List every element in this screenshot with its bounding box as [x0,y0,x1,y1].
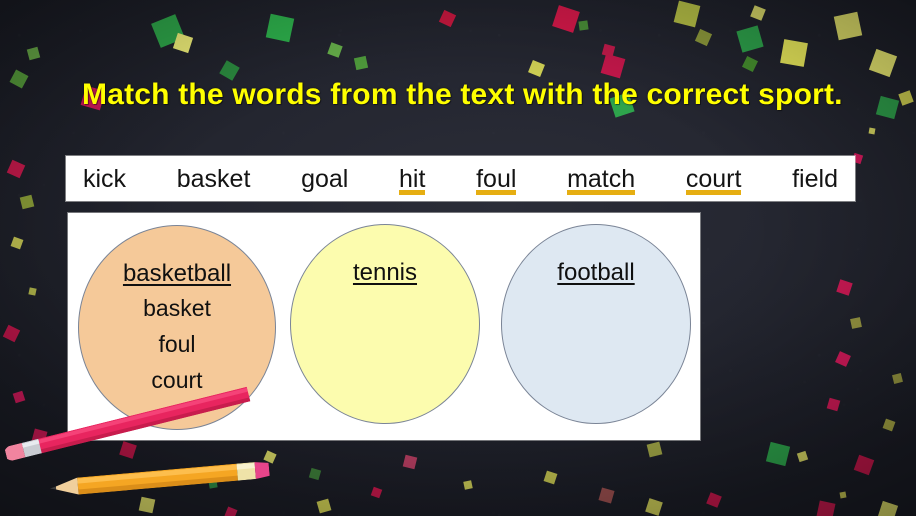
category-word-list: basket foul court [143,296,211,393]
word-bank-item[interactable]: match [558,164,644,195]
category-label: basketball [122,260,232,287]
word-bank: kick basket goal hit foul match court field [66,156,855,201]
category-word[interactable]: basket [143,296,211,321]
sorting-panel: basketball basket foul court tennis football [68,213,700,440]
category-label: tennis [352,259,418,286]
word-bank-item[interactable]: hit [390,164,434,195]
word-bank-item[interactable]: kick [74,164,135,194]
word-bank-item[interactable]: court [677,164,751,195]
word-bank-item[interactable]: basket [168,164,260,194]
slide-canvas: Match the words from the text with the c… [0,0,916,516]
category-oval-tennis[interactable]: tennis [290,224,480,424]
page-title: Match the words from the text with the c… [82,78,843,111]
category-word[interactable]: foul [158,332,195,357]
word-bank-item[interactable]: goal [292,164,357,194]
category-oval-football[interactable]: football [501,224,691,424]
category-word[interactable]: court [151,368,202,393]
category-label: football [557,259,635,286]
word-bank-item[interactable]: field [783,164,847,194]
word-bank-item[interactable]: foul [467,164,525,195]
